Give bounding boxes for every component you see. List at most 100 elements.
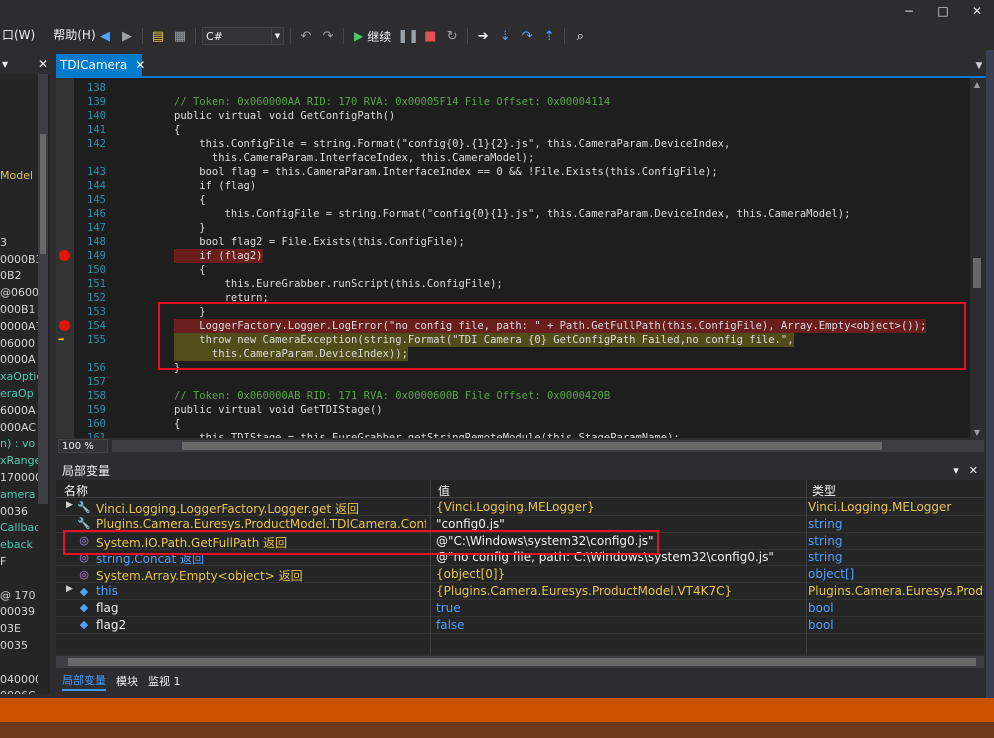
zoom-select[interactable]: 100 % (58, 439, 108, 453)
continue-button[interactable]: ▶ 继续 (350, 28, 395, 45)
pin-icon[interactable]: ▾ (2, 57, 8, 71)
left-panel-line[interactable] (0, 571, 38, 588)
step-over-icon[interactable]: ↷ (518, 27, 536, 45)
left-panel-line[interactable]: 000B1 (0, 302, 38, 319)
local-value[interactable]: {object[0]} (436, 567, 804, 581)
local-value[interactable]: false (436, 618, 804, 632)
code-line[interactable]: 139 // Token: 0x060000AA RID: 170 RVA: 0x… (56, 95, 968, 109)
chevron-down-icon[interactable]: ▼ (973, 59, 985, 73)
left-panel-line[interactable]: 3 (0, 235, 38, 252)
open-folder-icon[interactable]: ▤ (149, 27, 167, 45)
local-value[interactable]: {Plugins.Camera.Euresys.ProductModel.VT4… (436, 584, 804, 598)
editor-vertical-scrollbar[interactable]: ▲ ▼ (970, 78, 984, 438)
left-panel-line[interactable] (0, 655, 38, 672)
code-line[interactable]: 144 if (flag) (56, 179, 968, 193)
column-name[interactable]: 名称 (64, 482, 88, 499)
left-panel-line[interactable]: Callbac (0, 520, 38, 537)
code-line[interactable]: this.CameraParam.InterfaceIndex, this.Ca… (56, 151, 968, 165)
left-panel-line[interactable]: 0006C (0, 688, 38, 694)
code-line[interactable]: 141 { (56, 123, 968, 137)
left-panel-line[interactable]: 6000A (0, 403, 38, 420)
left-panel-line[interactable]: xaOptic (0, 369, 38, 386)
close-window-button[interactable]: ✕ (960, 0, 994, 22)
code-line[interactable]: 160 { (56, 417, 968, 431)
code-line[interactable]: 146 this.ConfigFile = string.Format("con… (56, 207, 968, 221)
local-value[interactable]: {Vinci.Logging.MELogger} (436, 500, 804, 514)
left-panel-line[interactable]: 00039 (0, 604, 38, 621)
locals-horizontal-scrollbar[interactable] (56, 656, 984, 668)
close-icon[interactable]: ✕ (135, 58, 145, 72)
expand-icon[interactable]: ▶ (66, 500, 73, 510)
code-line[interactable]: 142 this.ConfigFile = string.Format("con… (56, 137, 968, 151)
code-line[interactable]: 150 { (56, 263, 968, 277)
code-line[interactable]: 159 public virtual void GetTDIStage() (56, 403, 968, 417)
save-all-icon[interactable]: ▦ (171, 27, 189, 45)
column-type[interactable]: 类型 (812, 482, 836, 499)
breakpoint-icon[interactable] (59, 250, 70, 261)
tab-locals[interactable]: 局部变量 (62, 672, 106, 691)
stop-icon[interactable]: ■ (421, 27, 439, 45)
language-select[interactable]: C# ▼ (202, 27, 284, 45)
back-icon[interactable]: ◀ (96, 27, 114, 45)
tab-tdicamera[interactable]: TDICamera ✕ (56, 54, 145, 76)
code-line[interactable]: 161 this.TDIStage = this.EureGrabber.get… (56, 431, 968, 438)
code-line[interactable]: 143 bool flag = this.CameraParam.Interfa… (56, 165, 968, 179)
pin-icon[interactable]: ▾ (953, 464, 959, 477)
left-panel-line[interactable]: 0000A (0, 352, 38, 369)
expand-icon[interactable]: ▶ (66, 584, 73, 594)
restart-icon[interactable]: ↻ (443, 27, 461, 45)
code-line[interactable]: 157 (56, 375, 968, 389)
local-value[interactable]: "config0.js" (436, 517, 804, 531)
code-line[interactable]: 147 } (56, 221, 968, 235)
menu-item-help[interactable]: 帮助(H) (53, 26, 95, 44)
locals-row[interactable]: ▶ ◆ this {Plugins.Camera.Euresys.ProductMod… (56, 583, 984, 600)
editor-horizontal-scrollbar[interactable] (112, 440, 984, 452)
left-panel-line[interactable] (0, 151, 38, 168)
code-line[interactable]: 158 // Token: 0x060000AB RID: 171 RVA: 0x… (56, 389, 968, 403)
locals-row[interactable]: ◆ flag true bool (56, 600, 984, 617)
maximize-button[interactable]: □ (926, 0, 960, 22)
local-value[interactable]: true (436, 601, 804, 615)
minimize-button[interactable]: − (892, 0, 926, 22)
left-scrollbar[interactable] (38, 74, 48, 504)
left-panel-line[interactable]: 0035 (0, 638, 38, 655)
chevron-up-icon[interactable]: ▲ (970, 78, 984, 90)
left-panel-line[interactable]: 0000B3 (0, 252, 38, 269)
left-panel-line[interactable]: amera (0, 487, 38, 504)
code-editor[interactable]: 138 139 // Token: 0x060000AA RID: 170 RVA:… (56, 78, 984, 438)
left-panel-line[interactable]: n) : vo (0, 436, 38, 453)
chevron-down-icon[interactable]: ▼ (970, 426, 984, 438)
left-panel-line[interactable]: F (0, 554, 38, 571)
left-panel-line[interactable]: eraOp (0, 386, 38, 403)
code-line[interactable]: 151 this.EureGrabber.runScript(this.Conf… (56, 277, 968, 291)
tab-modules[interactable]: 模块 (116, 673, 138, 689)
left-panel-line[interactable]: 0036 (0, 504, 38, 521)
left-panel-line[interactable]: Model (0, 168, 38, 185)
left-panel-line[interactable]: 170000 (0, 470, 38, 487)
forward-icon[interactable]: ▶ (118, 27, 136, 45)
code-line[interactable]: 140 public virtual void GetConfigPath() (56, 109, 968, 123)
left-panel-line[interactable] (0, 201, 38, 218)
pause-icon[interactable]: ❚❚ (397, 27, 419, 45)
left-panel-line[interactable]: 0000A7 (0, 319, 38, 336)
step-into-icon[interactable]: ⇣ (496, 27, 514, 45)
code-line[interactable]: 145 { (56, 193, 968, 207)
left-panel-line[interactable]: xRange (0, 453, 38, 470)
undo-icon[interactable]: ↶ (297, 27, 315, 45)
left-panel-line[interactable]: 06000 (0, 336, 38, 353)
close-icon[interactable]: ✕ (969, 464, 978, 477)
left-panel-line[interactable] (0, 134, 38, 151)
code-line[interactable]: 149 if (flag2) (56, 249, 968, 263)
code-line[interactable]: 148 bool flag2 = File.Exists(this.Config… (56, 235, 968, 249)
redo-icon[interactable]: ↷ (319, 27, 337, 45)
left-panel-line[interactable]: @0600 (0, 285, 38, 302)
left-panel-line[interactable]: 03E (0, 621, 38, 638)
breakpoint-icon[interactable] (59, 320, 70, 331)
close-icon[interactable]: ✕ (38, 57, 48, 71)
show-next-statement-icon[interactable]: ➔ (474, 27, 492, 45)
menu-item-window[interactable]: 口(W) (2, 26, 35, 44)
locals-row[interactable]: ◆ flag2 false bool (56, 617, 984, 634)
left-panel-line[interactable]: 0B2 (0, 268, 38, 285)
left-panel-line[interactable] (0, 184, 38, 201)
search-icon[interactable]: ⌕ (571, 27, 589, 45)
